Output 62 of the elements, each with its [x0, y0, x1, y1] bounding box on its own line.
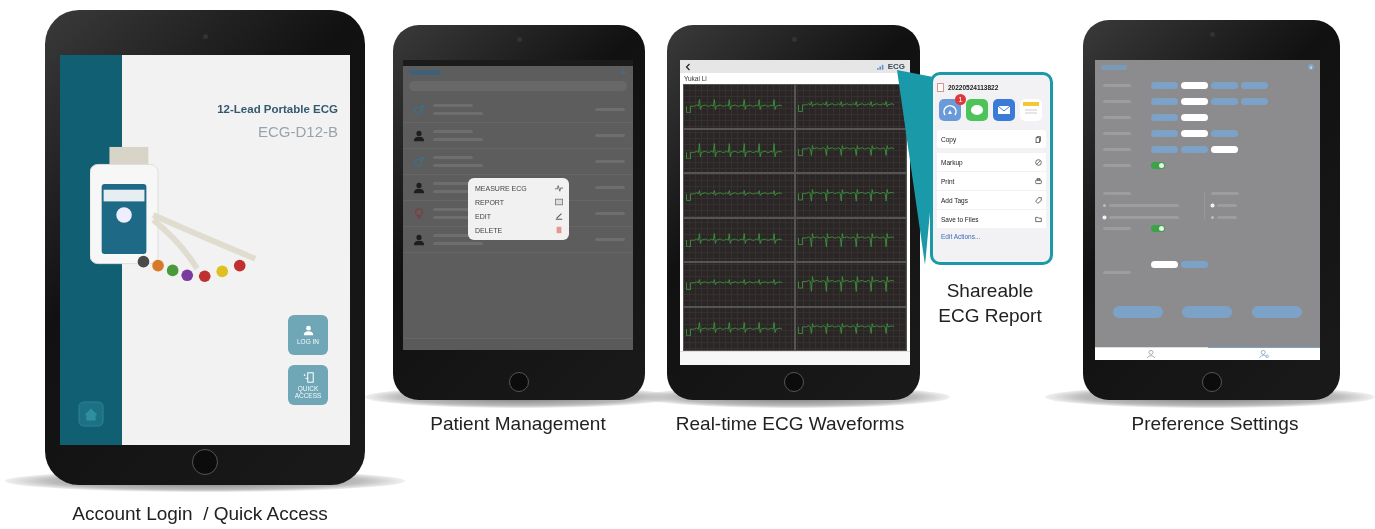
pulse-icon	[555, 184, 563, 192]
toggle-switch[interactable]	[1151, 224, 1165, 232]
person-icon	[413, 233, 425, 246]
tab[interactable]	[1207, 347, 1320, 360]
option-button[interactable]	[1181, 129, 1208, 137]
caption: ECG Report	[938, 304, 1042, 328]
caption: Patient Management	[429, 413, 607, 435]
option-button[interactable]	[1181, 97, 1208, 105]
option-button[interactable]	[1181, 113, 1208, 121]
caption: Real-time ECG Waveforms	[674, 413, 906, 435]
caption: Account Login / Quick Access	[71, 503, 329, 525]
share-app[interactable]	[966, 99, 988, 121]
pencil-icon	[555, 212, 563, 220]
option-button[interactable]	[1181, 81, 1208, 89]
info-icon[interactable]	[1308, 64, 1314, 70]
language-button[interactable]	[1181, 261, 1208, 268]
person-icon	[302, 325, 314, 336]
radio-button[interactable]	[1103, 204, 1106, 207]
people-icon	[1146, 350, 1157, 358]
trash-icon	[555, 226, 563, 234]
home-button[interactable]	[783, 372, 804, 392]
caption: Preference Settings	[1130, 413, 1300, 435]
female-icon	[413, 207, 425, 220]
pdf-icon	[937, 82, 944, 92]
back-icon[interactable]	[685, 62, 691, 71]
caption: Shareable	[946, 279, 1034, 303]
male-icon	[413, 155, 425, 168]
action-button[interactable]	[1252, 306, 1303, 318]
share-app[interactable]	[993, 99, 1015, 121]
share-app[interactable]	[939, 99, 961, 121]
home-button[interactable]	[1201, 372, 1222, 392]
home-icon[interactable]	[78, 401, 104, 427]
folder-icon	[1035, 215, 1042, 223]
person-gear-icon	[1258, 350, 1269, 358]
tag-icon	[1035, 196, 1042, 204]
language-button[interactable]	[1151, 261, 1178, 268]
home-button[interactable]	[192, 449, 218, 475]
document-icon	[555, 198, 563, 206]
action-button[interactable]	[1112, 306, 1163, 318]
radio-button[interactable]	[1211, 216, 1214, 219]
copy-icon	[1035, 135, 1042, 143]
airdrop-icon	[942, 102, 958, 118]
app-title: 12-Lead Portable ECG	[217, 103, 338, 115]
person-icon	[413, 129, 425, 142]
option-button[interactable]	[1211, 145, 1238, 153]
blurred-text	[1101, 64, 1127, 70]
radio-button[interactable]	[1211, 204, 1214, 207]
toggle-switch[interactable]	[1151, 161, 1165, 169]
notification-badge: 1	[955, 94, 966, 105]
signal-icon	[876, 63, 885, 70]
printer-icon	[1035, 177, 1042, 185]
home-button[interactable]	[509, 372, 529, 392]
action-button[interactable]	[1182, 306, 1233, 318]
radio-button[interactable]	[1103, 216, 1106, 219]
door-icon	[302, 371, 314, 383]
model-name: ECG-D12-B	[257, 123, 338, 140]
chat-icon	[969, 102, 985, 118]
markup-icon	[1035, 158, 1042, 166]
screen-title: ECG	[887, 62, 905, 71]
male-icon	[413, 103, 425, 116]
person-icon	[413, 181, 425, 194]
add-icon[interactable]	[620, 69, 627, 76]
